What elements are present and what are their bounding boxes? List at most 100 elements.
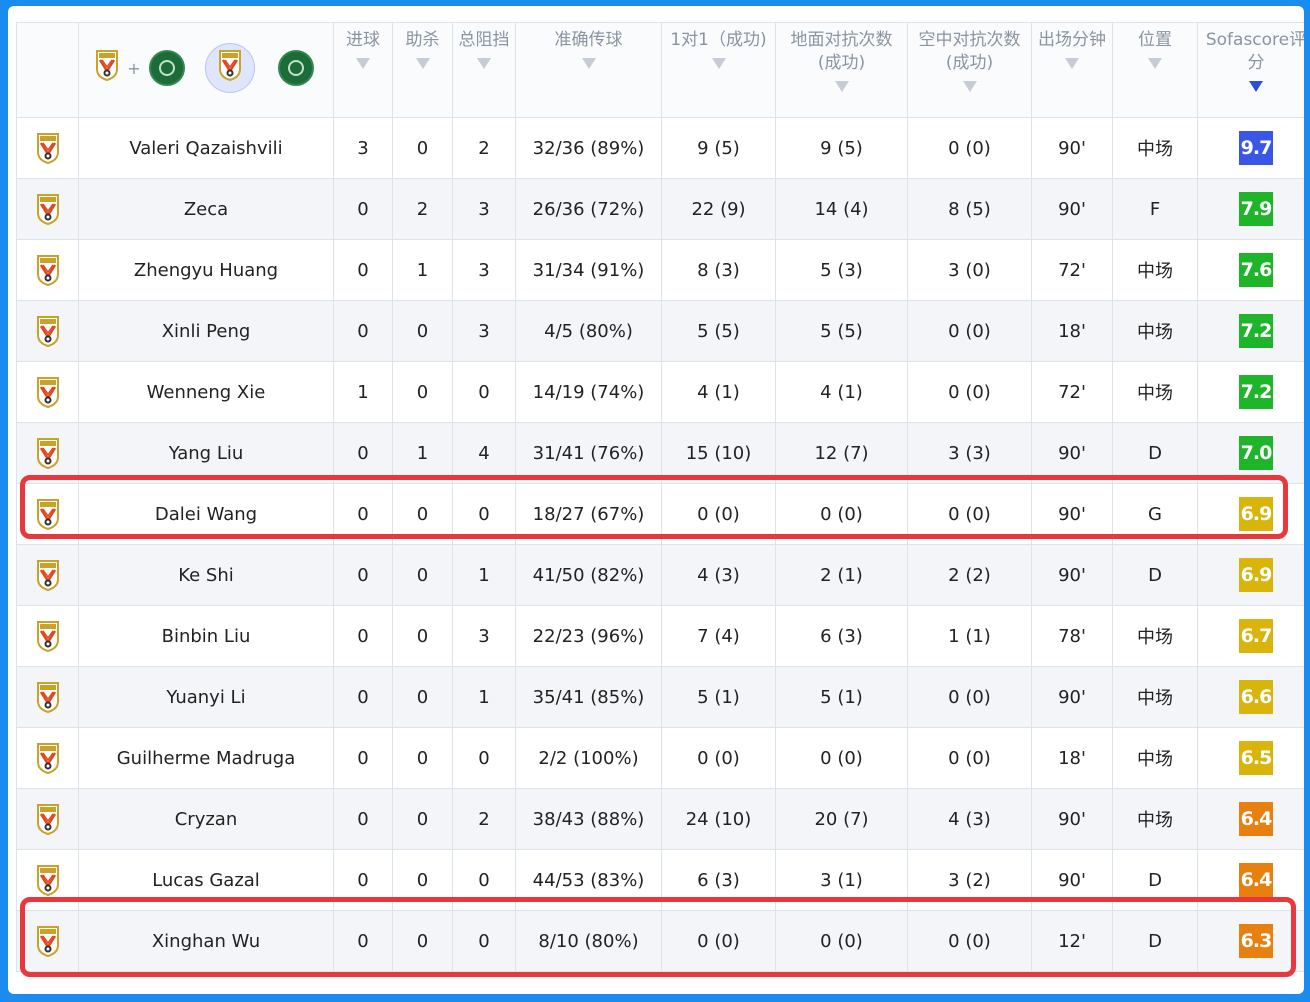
header-rating[interactable]: Sofascore评分 xyxy=(1197,22,1304,118)
player-name[interactable]: Binbin Liu xyxy=(78,605,334,667)
cell-duels: 15 (10) xyxy=(661,422,776,484)
cell-minutes: 90' xyxy=(1031,117,1113,179)
cell-minutes: 72' xyxy=(1031,239,1113,301)
sort-arrow-icon[interactable] xyxy=(1249,81,1263,92)
header-blocks[interactable]: 总阻挡 xyxy=(452,22,516,118)
player-name[interactable]: Xinli Peng xyxy=(78,300,334,362)
cell-duels: 4 (1) xyxy=(661,361,776,423)
table-row[interactable]: Yang Liu 0 1 4 31/41 (76%) 15 (10) 12 (7) 3 (3)… xyxy=(16,422,1304,484)
player-name[interactable]: Lucas Gazal xyxy=(78,849,334,911)
table-row[interactable]: Binbin Liu 0 0 3 22/23 (96%) 7 (4) 6 (3) 1 (1) 7… xyxy=(16,605,1304,667)
sort-arrow-icon[interactable] xyxy=(1065,58,1079,69)
home-team-toggle[interactable] xyxy=(204,43,255,93)
cell-passes: 38/43 (88%) xyxy=(515,788,662,850)
cell-passes: 26/36 (72%) xyxy=(515,178,662,240)
cell-blocks: 3 xyxy=(452,239,516,301)
opponent-crest-icon xyxy=(148,50,185,86)
table-row[interactable]: Cryzan 0 0 2 38/43 (88%) 24 (10) 20 (7) 4 (3) 90… xyxy=(16,788,1304,850)
cell-blocks: 0 xyxy=(452,727,516,789)
player-name[interactable]: Zhengyu Huang xyxy=(78,239,334,301)
header-assists[interactable]: 助杀 xyxy=(392,22,453,118)
shandong-crest-icon xyxy=(36,376,60,409)
header-label: 总阻挡 xyxy=(458,30,510,50)
cell-goals: 0 xyxy=(333,666,393,728)
cell-position: 中场 xyxy=(1112,605,1198,667)
cell-goals: 0 xyxy=(333,178,393,240)
table-row[interactable]: Zeca 0 2 3 26/36 (72%) 22 (9) 14 (4) 8 (5) 90' F 7… xyxy=(16,178,1304,240)
player-name[interactable]: Zeca xyxy=(78,178,334,240)
shandong-crest-icon xyxy=(36,864,60,897)
sort-arrow-icon[interactable] xyxy=(1148,58,1162,69)
cell-blocks: 0 xyxy=(452,910,516,972)
cell-assists: 1 xyxy=(392,239,453,301)
cell-duels: 6 (3) xyxy=(661,849,776,911)
player-name[interactable]: Valeri Qazaishvili xyxy=(78,117,334,179)
cell-minutes: 12' xyxy=(1031,910,1113,972)
cell-duels: 0 (0) xyxy=(661,727,776,789)
table-row[interactable]: Xinghan Wu 0 0 0 8/10 (80%) 0 (0) 0 (0) 0 (0) 12… xyxy=(16,910,1304,972)
cell-aerial: 0 (0) xyxy=(907,910,1032,972)
shandong-crest-icon xyxy=(36,498,60,531)
cell-blocks: 1 xyxy=(452,544,516,606)
table-row[interactable]: Dalei Wang 0 0 0 18/27 (67%) 0 (0) 0 (0) 0 (0) 9… xyxy=(16,483,1304,545)
table-row[interactable]: Zhengyu Huang 0 1 3 31/34 (91%) 8 (3) 5 (3) 3 (… xyxy=(16,239,1304,301)
cell-goals: 0 xyxy=(333,788,393,850)
table-row[interactable]: Wenneng Xie 1 0 0 14/19 (74%) 4 (1) 4 (1) 0 (0)… xyxy=(16,361,1304,423)
header-duels[interactable]: 1对1（成功) xyxy=(661,22,776,118)
player-stats-table: + 进球 助杀 总阻挡 准确传球 1对1（成功) 地面对抗次数(成功) 空中对抗次数(成功) 出… xyxy=(16,22,1304,972)
crest-cell xyxy=(16,910,79,972)
rating-cell: 6.4 xyxy=(1197,849,1304,911)
player-name[interactable]: Ke Shi xyxy=(78,544,334,606)
header-position[interactable]: 位置 xyxy=(1112,22,1198,118)
cell-aerial: 0 (0) xyxy=(907,483,1032,545)
cell-minutes: 72' xyxy=(1031,361,1113,423)
sort-arrow-icon[interactable] xyxy=(962,81,977,92)
cell-assists: 0 xyxy=(392,605,453,667)
header-ground-duels[interactable]: 地面对抗次数(成功) xyxy=(775,22,908,118)
header-label: 1对1（成功) xyxy=(670,30,767,50)
player-name[interactable]: Dalei Wang xyxy=(78,483,334,545)
cell-passes: 18/27 (67%) xyxy=(515,483,662,545)
header-minutes[interactable]: 出场分钟 xyxy=(1031,22,1113,118)
cell-minutes: 90' xyxy=(1031,422,1113,484)
header-accurate-passes[interactable]: 准确传球 xyxy=(515,22,662,118)
sort-arrow-icon[interactable] xyxy=(834,81,849,92)
sort-arrow-icon[interactable] xyxy=(477,58,491,69)
away-team-toggle[interactable] xyxy=(275,47,317,89)
sort-arrow-icon[interactable] xyxy=(415,58,430,69)
cell-minutes: 90' xyxy=(1031,788,1113,850)
player-name[interactable]: Cryzan xyxy=(78,788,334,850)
rating-badge: 6.6 xyxy=(1239,680,1273,714)
cell-duels: 22 (9) xyxy=(661,178,776,240)
rating-badge: 6.9 xyxy=(1239,558,1273,592)
crest-cell xyxy=(16,239,79,301)
shandong-crest-icon xyxy=(36,254,60,287)
cell-duels: 0 (0) xyxy=(661,483,776,545)
rating-badge: 7.9 xyxy=(1239,192,1273,226)
cell-duels: 8 (3) xyxy=(661,239,776,301)
cell-duels: 5 (1) xyxy=(661,666,776,728)
cell-position: G xyxy=(1112,483,1198,545)
sort-arrow-icon[interactable] xyxy=(581,58,596,69)
player-name[interactable]: Yuanyi Li xyxy=(78,666,334,728)
player-name[interactable]: Yang Liu xyxy=(78,422,334,484)
player-name[interactable]: Xinghan Wu xyxy=(78,910,334,972)
crest-cell xyxy=(16,300,79,362)
cell-minutes: 90' xyxy=(1031,178,1113,240)
header-aerial-duels[interactable]: 空中对抗次数(成功) xyxy=(907,22,1032,118)
player-name[interactable]: Guilherme Madruga xyxy=(78,727,334,789)
cell-goals: 0 xyxy=(333,605,393,667)
table-row[interactable]: Guilherme Madruga 0 0 0 2/2 (100%) 0 (0) 0 (0)… xyxy=(16,727,1304,789)
cell-goals: 0 xyxy=(333,727,393,789)
table-row[interactable]: Lucas Gazal 0 0 0 44/53 (83%) 6 (3) 3 (1) 3 (2)… xyxy=(16,849,1304,911)
header-goals[interactable]: 进球 xyxy=(333,22,393,118)
table-row[interactable]: Ke Shi 0 0 1 41/50 (82%) 4 (3) 2 (1) 2 (2) 90' D 6… xyxy=(16,544,1304,606)
table-row[interactable]: Xinli Peng 0 0 3 4/5 (80%) 5 (5) 5 (5) 0 (0) 18'… xyxy=(16,300,1304,362)
sort-arrow-icon[interactable] xyxy=(711,58,726,69)
both-teams-toggle[interactable]: + xyxy=(95,47,185,89)
player-name[interactable]: Wenneng Xie xyxy=(78,361,334,423)
table-row[interactable]: Yuanyi Li 0 0 1 35/41 (85%) 5 (1) 5 (1) 0 (0) 90… xyxy=(16,666,1304,728)
sort-arrow-icon[interactable] xyxy=(356,58,370,69)
cell-aerial: 0 (0) xyxy=(907,666,1032,728)
table-row[interactable]: Valeri Qazaishvili 3 0 2 32/36 (89%) 9 (5) 9 (… xyxy=(16,117,1304,179)
